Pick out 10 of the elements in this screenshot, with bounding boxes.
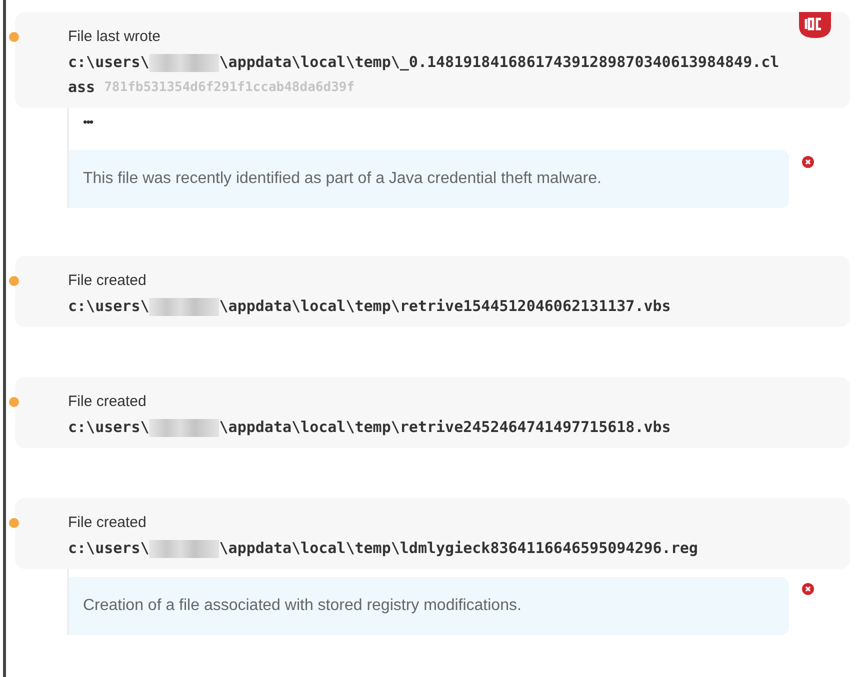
- file-path: c:\users\ \appdata\local\temp\retrive1544512046062131137.vbs: [68, 296, 672, 318]
- note-box: This file was recently identified as part of a Java credential theft malware.: [69, 150, 789, 208]
- file-path: c:\users\ \appdata\local\temp\retrive2452464741497715618.vbs: [68, 417, 672, 439]
- file-path: c:\users\ \appdata\local\temp\ldmlygieck8364116646595094296.reg: [68, 538, 699, 560]
- event-title: File last wrote: [68, 28, 162, 46]
- note-box: Creation of a file associated with stored registry modifications.: [69, 577, 789, 635]
- event-title: File created: [68, 514, 148, 532]
- event-title: File created: [68, 272, 148, 290]
- more-button[interactable]: •••: [83, 116, 93, 128]
- event-title: File created: [68, 393, 148, 411]
